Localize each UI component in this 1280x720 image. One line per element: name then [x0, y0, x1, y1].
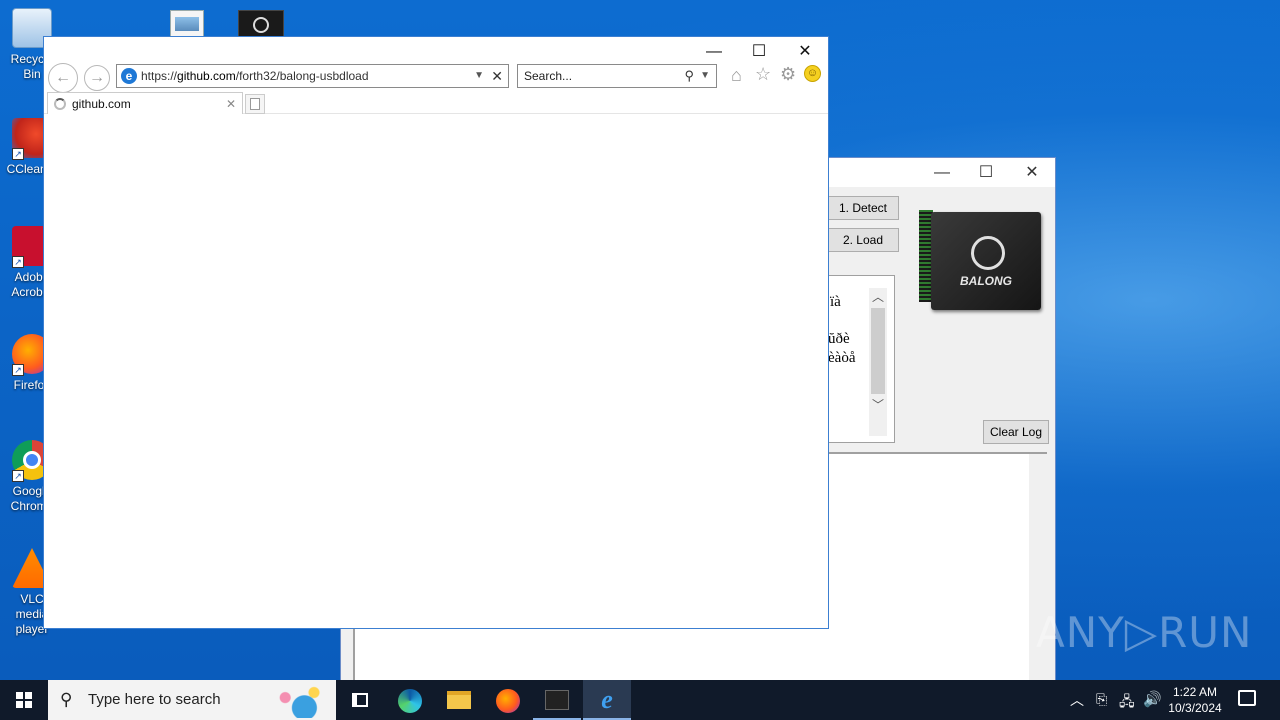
- log-line: ŭðè: [828, 331, 850, 347]
- scroll-down-icon[interactable]: ﹀: [869, 396, 887, 414]
- firefox-icon: [496, 689, 520, 713]
- search-icon: ⚲: [60, 690, 73, 709]
- start-button[interactable]: [0, 680, 48, 720]
- tab-close-icon[interactable]: ✕: [226, 93, 236, 115]
- close-button[interactable]: ✕: [1009, 162, 1055, 184]
- search-icon[interactable]: ⚲: [684, 65, 694, 87]
- folder-icon: [447, 691, 471, 709]
- taskbar-balong-app[interactable]: [533, 680, 581, 720]
- taskbar-file-explorer[interactable]: [435, 680, 483, 720]
- taskbar-internet-explorer[interactable]: e: [583, 680, 631, 720]
- usb-device-icon[interactable]: ⎘: [1096, 691, 1107, 708]
- new-tab-button[interactable]: [245, 94, 265, 114]
- clock-time: 1:22 AM: [1172, 685, 1218, 699]
- address-bar[interactable]: e https://github.com/forth32/balong-usbd…: [116, 64, 509, 88]
- windows-logo-icon: [16, 692, 32, 708]
- url-path: /forth32/balong-usbdload: [235, 69, 369, 83]
- search-dropdown-icon[interactable]: ▼: [700, 65, 710, 87]
- show-hidden-icons-icon[interactable]: ︿: [1070, 690, 1084, 710]
- desktop-icon-file[interactable]: [170, 10, 204, 38]
- ie-toolbar: — ☐ ✕ ← → e https://github.com/forth32/b…: [44, 37, 828, 116]
- balong-app-icon: [253, 17, 269, 33]
- log-scrollbar[interactable]: ︿ ﹀: [869, 288, 887, 436]
- stop-loading-icon[interactable]: ✕: [491, 65, 503, 87]
- anyrun-watermark: ANY▷RUN: [1036, 608, 1253, 657]
- search-box[interactable]: Search... ⚲ ▼: [517, 64, 717, 88]
- volume-icon[interactable]: 🔊: [1143, 690, 1162, 708]
- loading-spinner-icon: [54, 98, 66, 110]
- maximize-button[interactable]: ☐: [736, 41, 782, 63]
- tab-title: github.com: [72, 97, 131, 111]
- forward-button[interactable]: →: [84, 65, 110, 91]
- address-dropdown-icon[interactable]: ▼: [474, 65, 484, 87]
- load-button[interactable]: 2. Load: [827, 228, 899, 252]
- taskbar-search-box[interactable]: ⚲ Type here to search: [48, 680, 336, 720]
- balong-chip-image: BALONG: [919, 210, 1043, 314]
- home-icon[interactable]: ⌂: [731, 65, 742, 86]
- url-prefix: https://: [141, 69, 178, 83]
- minimize-button[interactable]: —: [691, 41, 737, 63]
- feedback-smiley-icon[interactable]: ☺: [804, 65, 821, 82]
- balong-logo-icon: [971, 236, 1005, 270]
- maximize-button[interactable]: ☐: [963, 162, 1009, 184]
- image-file-icon: [175, 17, 199, 31]
- favorites-star-icon[interactable]: ☆: [755, 64, 771, 85]
- edge-icon: [398, 689, 422, 713]
- back-arrow-icon: ←: [55, 69, 71, 86]
- log-line: èàòå: [828, 350, 856, 366]
- notifications-icon[interactable]: [1238, 690, 1256, 706]
- shortcut-arrow-icon: ↗: [12, 256, 24, 268]
- log-line: ïà: [830, 294, 841, 310]
- tab-github[interactable]: github.com ✕: [47, 92, 243, 116]
- taskbar-search-input[interactable]: Type here to search: [88, 691, 221, 708]
- task-view-button[interactable]: [336, 680, 384, 720]
- internet-explorer-window: — ☐ ✕ ← → e https://github.com/forth32/b…: [43, 36, 829, 629]
- new-tab-icon: [250, 98, 260, 110]
- detect-button[interactable]: 1. Detect: [827, 196, 899, 220]
- ie-page-icon: e: [121, 68, 137, 84]
- clock-date: 10/3/2024: [1168, 701, 1222, 715]
- search-input[interactable]: Search...: [524, 69, 572, 83]
- network-icon[interactable]: 🖧: [1119, 691, 1135, 715]
- task-view-icon: [352, 693, 368, 707]
- settings-gear-icon[interactable]: ⚙: [780, 64, 796, 85]
- balong-app-icon: [545, 690, 569, 710]
- taskbar-clock[interactable]: 1:22 AM 10/3/2024: [1166, 684, 1224, 716]
- forward-arrow-icon: →: [89, 69, 105, 86]
- scroll-up-icon[interactable]: ︿: [869, 288, 887, 306]
- ie-icon: e: [601, 685, 613, 714]
- shortcut-arrow-icon: ↗: [12, 470, 24, 482]
- clear-log-button[interactable]: Clear Log: [983, 420, 1049, 444]
- chip-brand-label: BALONG: [960, 274, 1012, 288]
- back-button[interactable]: ←: [48, 63, 78, 93]
- desktop-icon-balong-app[interactable]: [238, 10, 284, 38]
- scroll-thumb[interactable]: [871, 308, 885, 394]
- taskbar-firefox[interactable]: [484, 680, 532, 720]
- url-domain: github.com: [177, 69, 236, 83]
- minimize-button[interactable]: —: [919, 162, 965, 184]
- close-button[interactable]: ✕: [782, 41, 828, 63]
- taskbar: ⚲ Type here to search e ︿ ⎘ 🖧 🔊 1:22 AM …: [0, 680, 1280, 720]
- page-content: [44, 114, 828, 628]
- search-highlight-image: [266, 684, 330, 718]
- shortcut-arrow-icon: ↗: [12, 148, 24, 160]
- taskbar-edge[interactable]: [386, 680, 434, 720]
- shortcut-arrow-icon: ↗: [12, 364, 24, 376]
